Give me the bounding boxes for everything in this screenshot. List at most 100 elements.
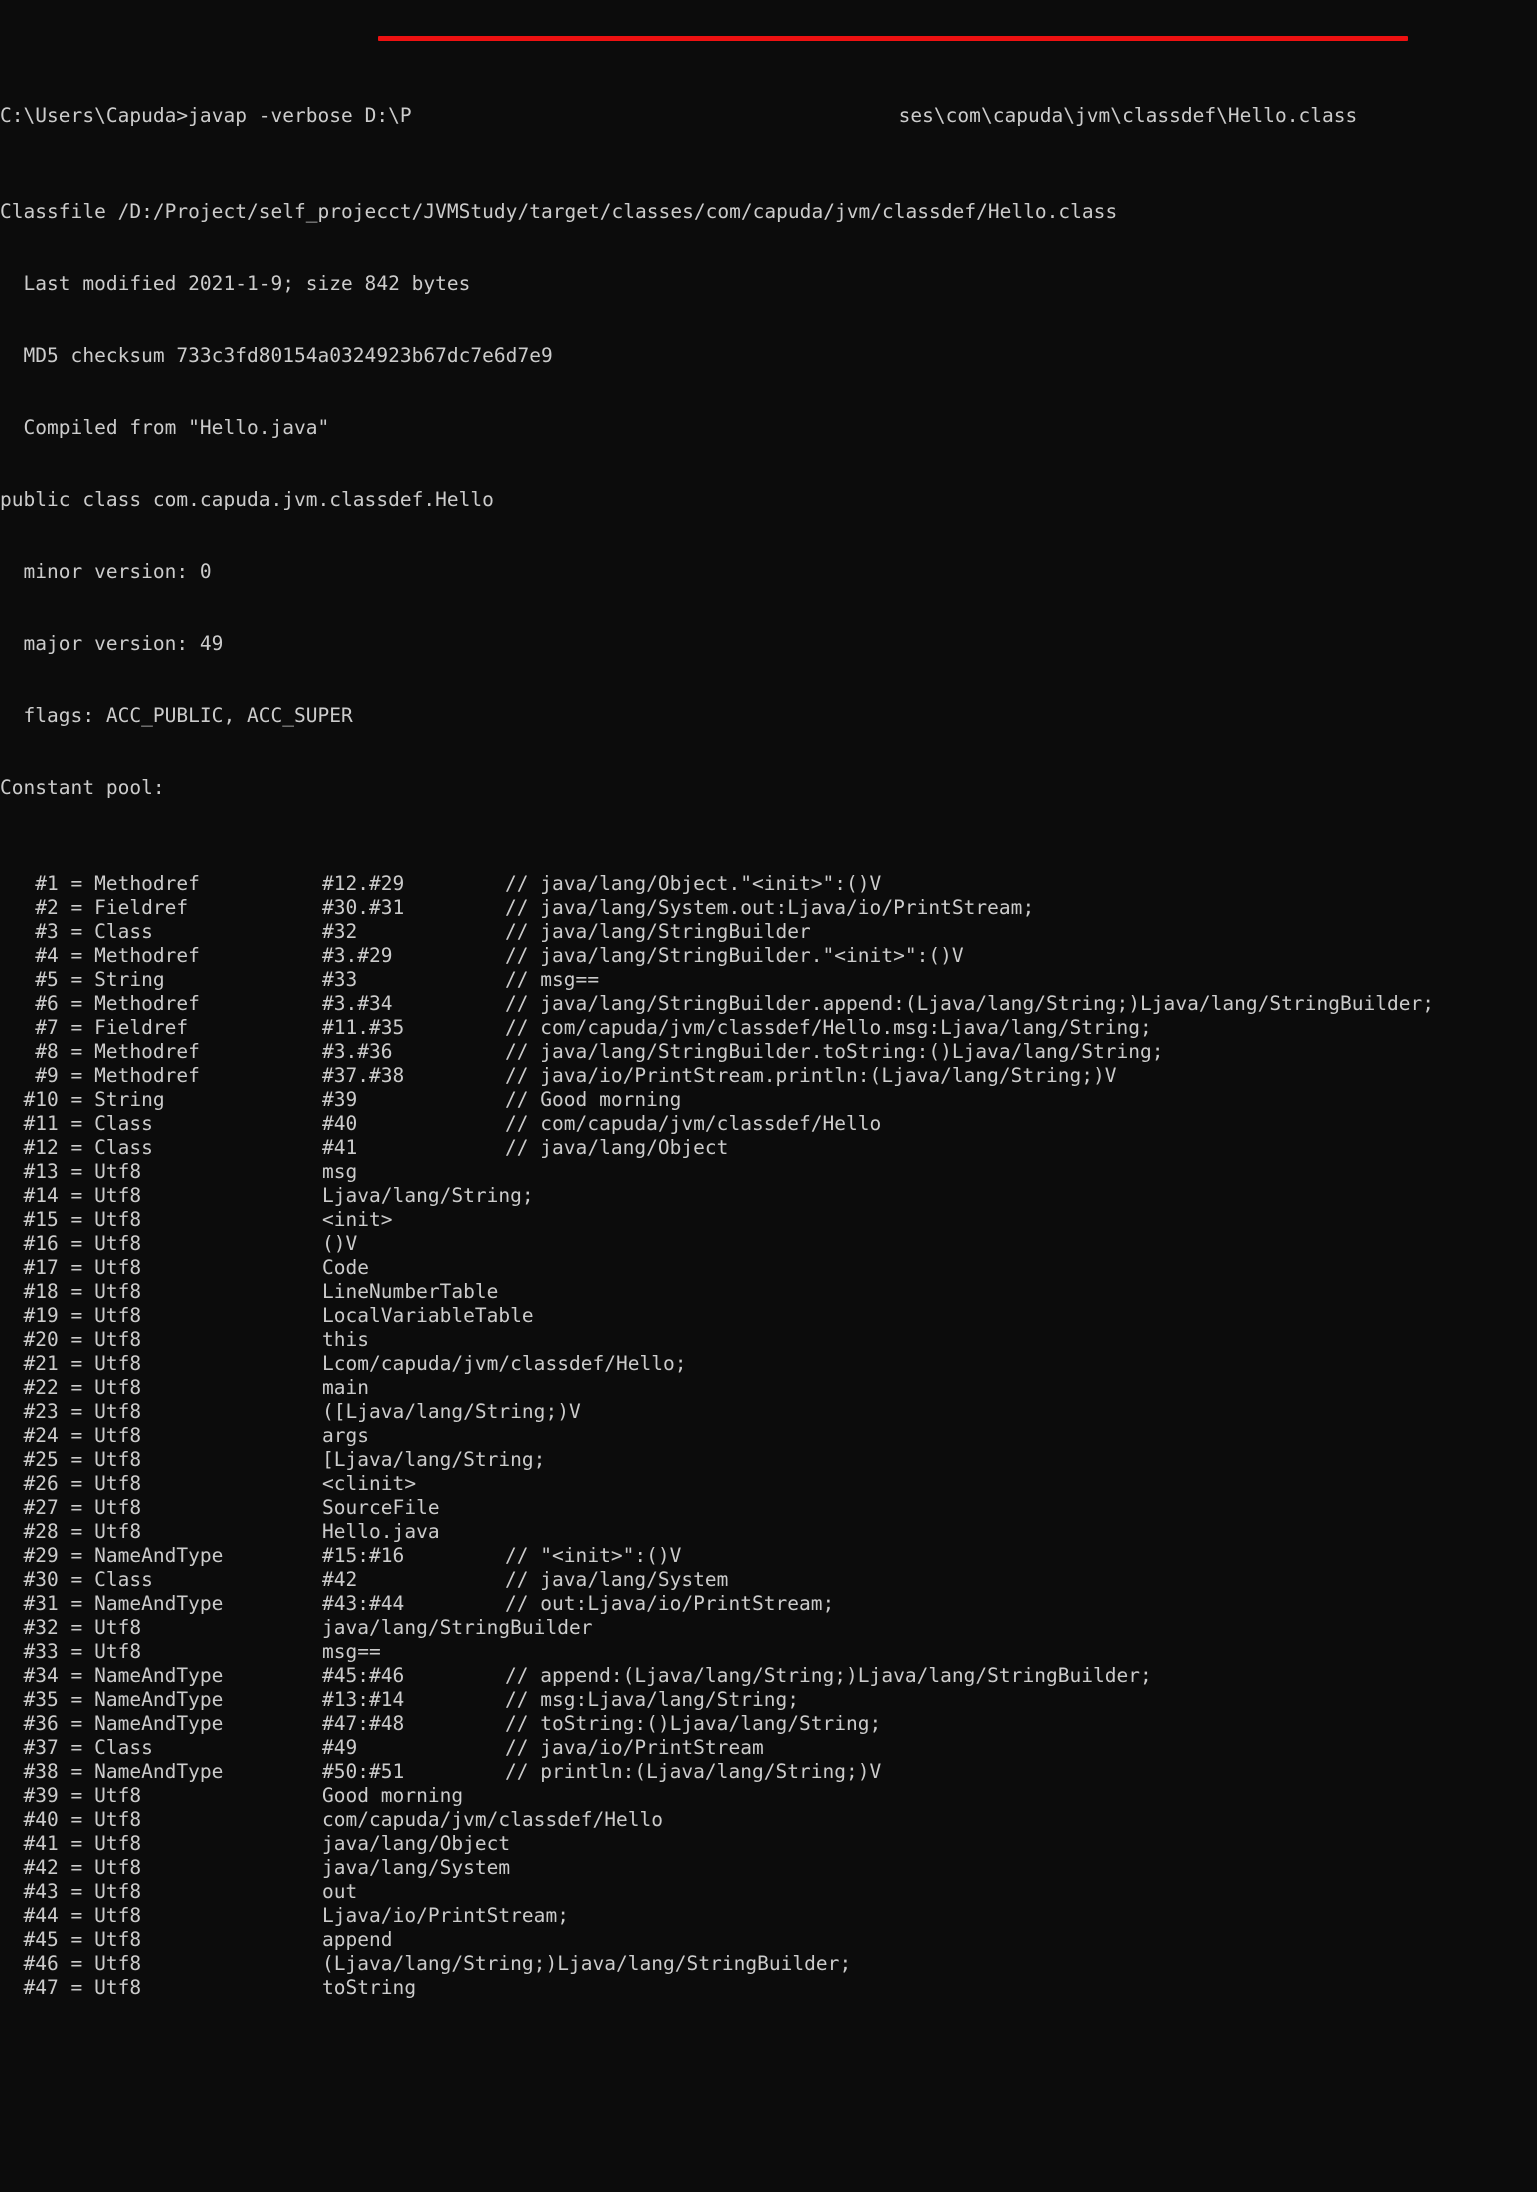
constant-pool-index: #28 = Utf8 bbox=[0, 1520, 142, 1543]
constant-pool-comment: // msg:Ljava/lang/String; bbox=[505, 1688, 799, 1711]
constant-pool-value: #30.#31 bbox=[322, 896, 405, 919]
constant-pool-row: #16 = Utf8 ()V bbox=[0, 1232, 1537, 1256]
constant-pool-value: #50:#51 bbox=[322, 1760, 405, 1783]
constant-pool-row: #14 = Utf8 Ljava/lang/String; bbox=[0, 1184, 1537, 1208]
constant-pool-row: #28 = Utf8 Hello.java bbox=[0, 1520, 1537, 1544]
constant-pool-value: this bbox=[322, 1328, 370, 1351]
constant-pool-index: #23 = Utf8 bbox=[0, 1400, 142, 1423]
constant-pool-comment: // Good morning bbox=[505, 1088, 682, 1111]
constant-pool-row: #18 = Utf8 LineNumberTable bbox=[0, 1280, 1537, 1304]
constant-pool-value: ()V bbox=[322, 1232, 358, 1255]
constant-pool-value: #11.#35 bbox=[322, 1016, 405, 1039]
md5-checksum-line: MD5 checksum 733c3fd80154a0324923b67dc7e… bbox=[0, 344, 553, 367]
minor-version-line: minor version: 0 bbox=[0, 560, 212, 583]
constant-pool-heading: Constant pool: bbox=[0, 776, 165, 799]
constant-pool-row: #9 = Methodref #37.#38 // java/io/PrintStr… bbox=[0, 1064, 1537, 1088]
constant-pool-comment: // java/lang/StringBuilder."<init>":()V bbox=[505, 944, 964, 967]
constant-pool-row: #36 = NameAndType #47:#48 // toString:()Lj… bbox=[0, 1712, 1537, 1736]
constant-pool-index: #9 = Methodref bbox=[0, 1064, 200, 1087]
constant-pool-value: [Ljava/lang/String; bbox=[322, 1448, 546, 1471]
redaction-spacer bbox=[412, 104, 899, 128]
constant-pool-comment: // java/lang/StringBuilder bbox=[505, 920, 811, 943]
constant-pool-value: #49 bbox=[322, 1736, 358, 1759]
constant-pool-row: #29 = NameAndType #15:#16 // "<init>":()V bbox=[0, 1544, 1537, 1568]
constant-pool-index: #2 = Fieldref bbox=[0, 896, 189, 919]
constant-pool-index: #1 = Methodref bbox=[0, 872, 200, 895]
constant-pool-value: com/capuda/jvm/classdef/Hello bbox=[322, 1808, 664, 1831]
constant-pool-value: Code bbox=[322, 1256, 370, 1279]
constant-pool-value: #33 bbox=[322, 968, 358, 991]
constant-pool-index: #3 = Class bbox=[0, 920, 153, 943]
constant-pool-index: #32 = Utf8 bbox=[0, 1616, 142, 1639]
constant-pool-row: #37 = Class #49 // java/io/PrintStream bbox=[0, 1736, 1537, 1760]
constant-pool-value: Good morning bbox=[322, 1784, 464, 1807]
major-version-line: major version: 49 bbox=[0, 632, 224, 655]
constant-pool-value: #43:#44 bbox=[322, 1592, 405, 1615]
constant-pool-comment: // java/lang/Object bbox=[505, 1136, 729, 1159]
constant-pool-row: #31 = NameAndType #43:#44 // out:Ljava/io/… bbox=[0, 1592, 1537, 1616]
constant-pool-comment: // com/capuda/jvm/classdef/Hello.msg:Lja… bbox=[505, 1016, 1152, 1039]
constant-pool-value: #39 bbox=[322, 1088, 358, 1111]
constant-pool-row: #33 = Utf8 msg== bbox=[0, 1640, 1537, 1664]
constant-pool-row: #34 = NameAndType #45:#46 // append:(Ljava… bbox=[0, 1664, 1537, 1688]
constant-pool-index: #34 = NameAndType bbox=[0, 1664, 224, 1687]
constant-pool-comment: // java/lang/StringBuilder.append:(Ljava… bbox=[505, 992, 1435, 1015]
constant-pool-index: #43 = Utf8 bbox=[0, 1880, 142, 1903]
constant-pool-row: #21 = Utf8 Lcom/capuda/jvm/classdef/Hello… bbox=[0, 1352, 1537, 1376]
constant-pool-value: #15:#16 bbox=[322, 1544, 405, 1567]
constant-pool-row: #46 = Utf8 (Ljava/lang/String;)Ljava/lang… bbox=[0, 1952, 1537, 1976]
constant-pool-value: SourceFile bbox=[322, 1496, 440, 1519]
constant-pool-index: #36 = NameAndType bbox=[0, 1712, 224, 1735]
constant-pool-row: #40 = Utf8 com/capuda/jvm/classdef/Hello bbox=[0, 1808, 1537, 1832]
constant-pool-index: #31 = NameAndType bbox=[0, 1592, 224, 1615]
constant-pool-comment: // msg== bbox=[505, 968, 600, 991]
constant-pool-value: #3.#34 bbox=[322, 992, 393, 1015]
constant-pool-row: #35 = NameAndType #13:#14 // msg:Ljava/lan… bbox=[0, 1688, 1537, 1712]
constant-pool-value: toString bbox=[322, 1976, 417, 1999]
constant-pool-index: #13 = Utf8 bbox=[0, 1160, 142, 1183]
constant-pool-row: #30 = Class #42 // java/lang/System bbox=[0, 1568, 1537, 1592]
constant-pool-value: <init> bbox=[322, 1208, 393, 1231]
constant-pool-index: #40 = Utf8 bbox=[0, 1808, 142, 1831]
constant-pool-index: #27 = Utf8 bbox=[0, 1496, 142, 1519]
constant-pool-index: #44 = Utf8 bbox=[0, 1904, 142, 1927]
constant-pool-list: #1 = Methodref #12.#29 // java/lang/Object… bbox=[0, 872, 1537, 2000]
command-path-tail: ses\com\capuda\jvm\classdef\Hello.class bbox=[898, 104, 1358, 127]
command-line[interactable]: C:\Users\Capuda>javap -verbose D:\P ses\… bbox=[0, 104, 1537, 128]
constant-pool-value: java/lang/System bbox=[322, 1856, 511, 1879]
constant-pool-index: #21 = Utf8 bbox=[0, 1352, 142, 1375]
constant-pool-index: #6 = Methodref bbox=[0, 992, 200, 1015]
constant-pool-value: append bbox=[322, 1928, 393, 1951]
constant-pool-value: msg== bbox=[322, 1640, 381, 1663]
constant-pool-value: #3.#36 bbox=[322, 1040, 393, 1063]
constant-pool-value: java/lang/Object bbox=[322, 1832, 511, 1855]
constant-pool-row: #38 = NameAndType #50:#51 // println:(Ljav… bbox=[0, 1760, 1537, 1784]
red-underline-annotation bbox=[378, 36, 1408, 41]
constant-pool-index: #4 = Methodref bbox=[0, 944, 200, 967]
constant-pool-row: #32 = Utf8 java/lang/StringBuilder bbox=[0, 1616, 1537, 1640]
constant-pool-value: (Ljava/lang/String;)Ljava/lang/StringBui… bbox=[322, 1952, 852, 1975]
constant-pool-row: #43 = Utf8 out bbox=[0, 1880, 1537, 1904]
constant-pool-index: #26 = Utf8 bbox=[0, 1472, 142, 1495]
constant-pool-value: #32 bbox=[322, 920, 358, 943]
constant-pool-index: #7 = Fieldref bbox=[0, 1016, 189, 1039]
constant-pool-index: #11 = Class bbox=[0, 1112, 153, 1135]
constant-pool-row: #26 = Utf8 <clinit> bbox=[0, 1472, 1537, 1496]
constant-pool-row: #23 = Utf8 ([Ljava/lang/String;)V bbox=[0, 1400, 1537, 1424]
constant-pool-index: #42 = Utf8 bbox=[0, 1856, 142, 1879]
class-declaration-line: public class com.capuda.jvm.classdef.Hel… bbox=[0, 488, 494, 511]
constant-pool-index: #39 = Utf8 bbox=[0, 1784, 142, 1807]
constant-pool-value: #47:#48 bbox=[322, 1712, 405, 1735]
terminal-window[interactable]: C:\Users\Capuda>javap -verbose D:\P ses\… bbox=[0, 0, 1537, 1999]
constant-pool-row: #15 = Utf8 <init> bbox=[0, 1208, 1537, 1232]
constant-pool-row: #24 = Utf8 args bbox=[0, 1424, 1537, 1448]
constant-pool-value: out bbox=[322, 1880, 358, 1903]
constant-pool-index: #24 = Utf8 bbox=[0, 1424, 142, 1447]
constant-pool-index: #45 = Utf8 bbox=[0, 1928, 142, 1951]
constant-pool-row: #45 = Utf8 append bbox=[0, 1928, 1537, 1952]
constant-pool-row: #25 = Utf8 [Ljava/lang/String; bbox=[0, 1448, 1537, 1472]
constant-pool-row: #39 = Utf8 Good morning bbox=[0, 1784, 1537, 1808]
command-text: javap -verbose D:\P bbox=[188, 104, 412, 127]
constant-pool-index: #15 = Utf8 bbox=[0, 1208, 142, 1231]
constant-pool-value: Ljava/io/PrintStream; bbox=[322, 1904, 569, 1927]
